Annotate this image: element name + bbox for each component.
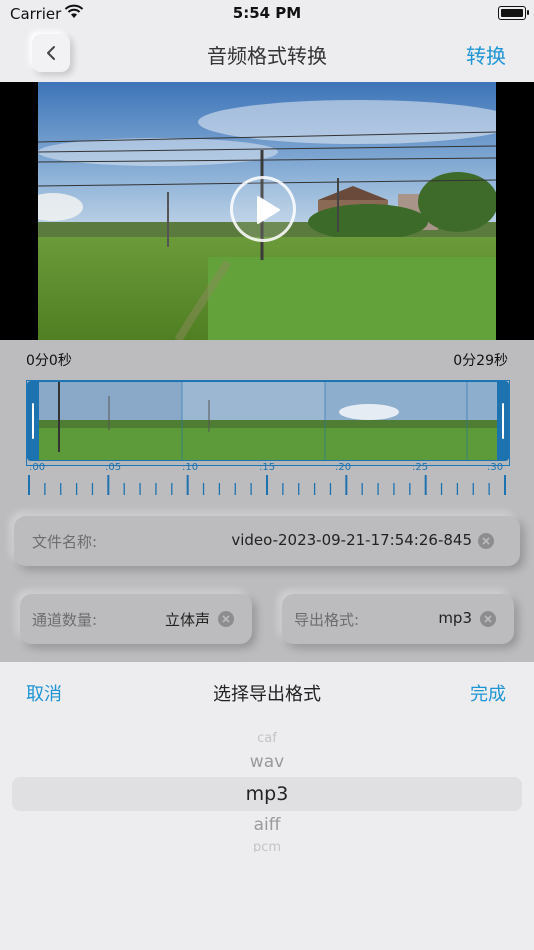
page-title: 音频格式转换 <box>207 44 327 68</box>
tick-label: :20 <box>335 462 352 473</box>
clear-icon[interactable] <box>218 611 234 627</box>
done-button[interactable]: 完成 <box>470 680 506 706</box>
timeline-strip <box>27 381 509 461</box>
picker-option[interactable]: aiff <box>0 815 534 835</box>
tick-label: :05 <box>105 462 122 473</box>
timeline-ruler: :00 :05 :10 :15 :20 :25 :30 <box>27 461 509 497</box>
export-format-label: 导出格式: <box>294 611 360 629</box>
file-name-field[interactable]: 文件名称: video-2023-09-21-17:54:26-845 <box>14 516 520 566</box>
play-button[interactable] <box>230 176 296 242</box>
play-icon <box>257 196 280 224</box>
clear-icon[interactable] <box>480 611 496 627</box>
tick-label: :30 <box>487 462 504 473</box>
channels-value: 立体声 <box>164 611 210 629</box>
trim-handle-left[interactable] <box>27 381 39 461</box>
picker-title: 选择导出格式 <box>213 684 321 705</box>
tick-label: :00 <box>29 462 46 473</box>
battery-icon <box>498 6 529 20</box>
picker-option[interactable]: pcm <box>0 842 534 852</box>
format-picker[interactable]: caf wav mp3 aiff pcm <box>0 720 534 950</box>
end-time-label: 0分29秒 <box>453 353 508 369</box>
thumbnail-frames <box>39 382 497 460</box>
tick-label: :25 <box>412 462 429 473</box>
timeline-trimmer[interactable]: :00 :05 :10 :15 :20 :25 :30 <box>26 380 510 495</box>
picker-option[interactable]: wav <box>0 752 534 772</box>
start-time-label: 0分0秒 <box>26 353 72 369</box>
tick-label: :15 <box>259 462 276 473</box>
clear-icon[interactable] <box>478 533 494 549</box>
status-time: 5:54 PM <box>232 4 302 22</box>
video-player[interactable] <box>0 82 534 340</box>
navigation-bar: 音频格式转换 转换 <box>0 28 534 82</box>
picker-option[interactable]: caf <box>0 728 534 742</box>
export-format-value: mp3 <box>438 609 472 627</box>
export-format-field[interactable]: 导出格式: mp3 <box>282 594 514 644</box>
file-name-label: 文件名称: <box>32 533 98 551</box>
trim-handle-right[interactable] <box>497 381 509 461</box>
tick-label: :10 <box>182 462 199 473</box>
channels-field[interactable]: 通道数量: 立体声 <box>20 594 252 644</box>
picker-toolbar: 取消 选择导出格式 完成 <box>0 662 534 720</box>
channels-label: 通道数量: <box>32 611 98 629</box>
convert-button[interactable]: 转换 <box>466 40 506 69</box>
picker-option-selected[interactable]: mp3 <box>0 783 534 805</box>
file-name-value: video-2023-09-21-17:54:26-845 <box>231 531 472 549</box>
editor-panel: 0分0秒 0分29秒:00:05:10:15:20:25:30 文… <box>0 340 534 662</box>
status-bar: Carrier 5:54 PM <box>0 0 534 28</box>
